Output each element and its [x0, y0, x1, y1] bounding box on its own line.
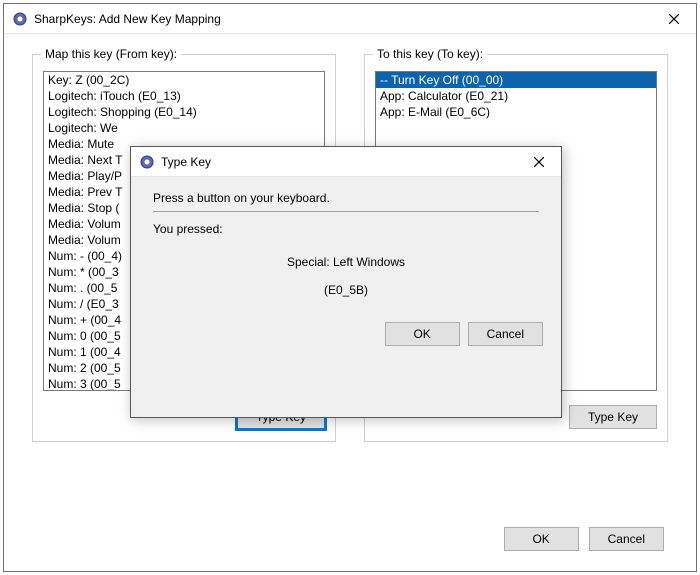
- modal-ok-button[interactable]: OK: [385, 322, 460, 346]
- modal-footer: OK Cancel: [131, 322, 561, 360]
- main-title: SharpKeys: Add New Key Mapping: [34, 12, 651, 26]
- to-group-label: To this key (To key):: [373, 47, 487, 61]
- main-titlebar: SharpKeys: Add New Key Mapping: [4, 4, 696, 34]
- divider: [153, 211, 539, 212]
- app-icon: [139, 154, 155, 170]
- to-type-key-button[interactable]: Type Key: [569, 405, 657, 429]
- main-footer: OK Cancel: [504, 527, 664, 551]
- modal-title: Type Key: [161, 155, 516, 169]
- main-cancel-button[interactable]: Cancel: [589, 527, 664, 551]
- list-item[interactable]: Logitech: Shopping (E0_14): [44, 104, 324, 120]
- modal-cancel-button[interactable]: Cancel: [468, 322, 543, 346]
- close-icon: [534, 157, 544, 167]
- pressed-key-line2: (E0_5B): [153, 276, 539, 304]
- app-icon: [12, 11, 28, 27]
- from-group-label: Map this key (From key):: [41, 47, 181, 61]
- modal-close-button[interactable]: [516, 147, 561, 176]
- list-item[interactable]: App: E-Mail (E0_6C): [376, 104, 656, 120]
- modal-instruction: Press a button on your keyboard.: [153, 191, 539, 205]
- list-item[interactable]: -- Turn Key Off (00_00): [376, 72, 656, 88]
- list-item[interactable]: App: Calculator (E0_21): [376, 88, 656, 104]
- pressed-key-line1: Special: Left Windows: [153, 248, 539, 276]
- you-pressed-label: You pressed:: [153, 222, 539, 236]
- type-key-dialog: Type Key Press a button on your keyboard…: [130, 146, 562, 418]
- modal-body: Press a button on your keyboard. You pre…: [131, 177, 561, 322]
- modal-titlebar: Type Key: [131, 147, 561, 177]
- main-ok-button[interactable]: OK: [504, 527, 579, 551]
- list-item[interactable]: Key: Z (00_2C): [44, 72, 324, 88]
- close-button[interactable]: [651, 4, 696, 33]
- close-icon: [669, 14, 679, 24]
- pressed-key-display: Special: Left Windows (E0_5B): [153, 244, 539, 322]
- list-item[interactable]: Logitech: iTouch (E0_13): [44, 88, 324, 104]
- list-item[interactable]: Logitech: We: [44, 120, 324, 136]
